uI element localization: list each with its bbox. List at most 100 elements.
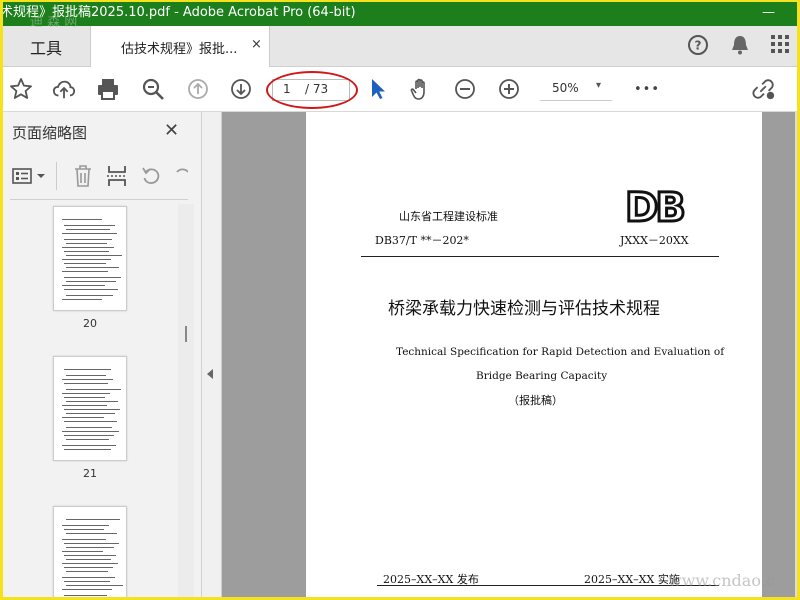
thumbnail-text-line — [62, 271, 108, 272]
svg-text:DB: DB — [625, 188, 683, 224]
thumbnail-page-number: 20 — [83, 317, 97, 330]
thumbnail-text-line — [66, 559, 111, 560]
panel-divider — [10, 199, 188, 200]
title-bar: 术规程》报批稿2025.10.pdf - Adobe Acrobat Pro (… — [0, 0, 800, 26]
next-page-icon[interactable] — [229, 77, 253, 101]
thumbnail-text-line — [62, 285, 105, 286]
collapse-panel-button[interactable] — [202, 112, 222, 600]
page-thumbnail[interactable] — [53, 206, 127, 311]
thumbnail-text-line — [62, 563, 118, 564]
thumbnail-text-line — [62, 417, 104, 418]
header-rule — [361, 256, 719, 257]
thumbnail-text-line — [62, 445, 116, 446]
more-tools-button[interactable]: ••• — [634, 77, 661, 101]
thumbnail-text-line — [66, 413, 115, 414]
thumbnail-text-line — [66, 267, 119, 268]
thumbnail-text-line — [64, 529, 104, 530]
thumbnail-text-line — [66, 533, 117, 534]
thumbnail-list: 20 21 — [0, 204, 178, 600]
rotate-left-icon[interactable] — [140, 164, 162, 188]
thumbnail-toolbar — [0, 152, 201, 198]
thumbnail-text-line — [64, 369, 111, 370]
zoom-out-icon[interactable] — [453, 77, 477, 101]
select-cursor-icon[interactable] — [366, 77, 390, 101]
standard-org: 山东省工程建设标准 — [399, 210, 498, 223]
thumbnail-text-line — [62, 299, 102, 300]
frame-border-top — [0, 0, 800, 2]
cloud-upload-icon[interactable] — [52, 77, 76, 101]
thumbnail-text-line — [64, 239, 112, 240]
zoom-level-dropdown[interactable]: 50% ▾ — [540, 78, 612, 101]
panel-close-button[interactable]: ✕ — [164, 120, 179, 141]
minimize-button[interactable]: — — [762, 0, 775, 26]
thumbnail-options-icon[interactable] — [12, 166, 46, 186]
thumbnail-text-line — [62, 577, 115, 578]
standard-code: DB37/T **－202* — [375, 234, 469, 247]
thumbnail-text-line — [66, 255, 122, 256]
svg-text:?: ? — [695, 39, 702, 53]
filing-code: JXXX－20XX — [620, 234, 689, 247]
thumbnail-text-line — [62, 259, 111, 260]
main-toolbar: 1 / 73 50% ▾ ••• — [0, 67, 800, 112]
tab-bar: 工具 估技术规程》报批... × ? — [0, 26, 800, 67]
thumbnail-text-line — [64, 543, 119, 544]
hand-tool-icon[interactable] — [409, 77, 433, 101]
thumbnail-text-line — [64, 435, 114, 436]
share-link-icon[interactable] — [752, 77, 776, 101]
delete-page-icon[interactable] — [72, 164, 94, 188]
thumbnail-text-line — [66, 401, 118, 402]
thumbnail-text-line — [66, 281, 116, 282]
help-icon[interactable]: ? — [686, 34, 710, 58]
thumbnail-text-line — [64, 289, 118, 290]
thumbnail-text-line — [64, 263, 106, 264]
zoom-search-icon[interactable] — [141, 77, 165, 101]
zoom-in-icon[interactable] — [497, 77, 521, 101]
thumbnail-text-line — [66, 571, 108, 572]
print-icon[interactable] — [96, 77, 120, 101]
toolbar-divider — [56, 162, 57, 190]
bell-icon[interactable] — [728, 34, 752, 58]
thumbnail-text-line — [62, 247, 114, 248]
thumbnail-text-line — [66, 439, 109, 440]
scrollbar-thumb[interactable] — [185, 326, 187, 342]
page-thumbnail[interactable] — [53, 506, 127, 600]
frame-border-left — [0, 0, 3, 600]
bookmark-star-icon[interactable] — [9, 77, 33, 101]
thumbnail-text-line — [66, 243, 107, 244]
thumbnail-text-line — [66, 229, 110, 230]
more-label: ••• — [634, 81, 661, 97]
watermark-top-left: 迪 森 网 — [30, 15, 78, 30]
rotate-right-icon[interactable] — [172, 164, 188, 188]
tab-document[interactable]: 估技术规程》报批... × — [90, 26, 270, 67]
tab-document-label: 估技术规程》报批... — [121, 42, 238, 57]
document-stage: （报批稿） — [508, 394, 563, 407]
thumbnail-text-line — [62, 589, 112, 590]
thumbnail-text-line — [64, 409, 120, 410]
thumbnail-text-line — [64, 567, 113, 568]
db-logo: DB — [624, 188, 688, 224]
document-title-en-line1: Technical Specification for Rapid Detect… — [396, 346, 725, 358]
thumbnail-text-line — [66, 547, 114, 548]
thumbnail-text-line — [62, 431, 119, 432]
thumbnail-text-line — [62, 405, 107, 406]
page-thumbnails-panel: 页面缩略图 ✕ 20 21 — [0, 112, 202, 600]
thumbnail-text-line — [62, 525, 109, 526]
thumbnail-text-line — [66, 375, 106, 376]
tab-tools[interactable]: 工具 — [30, 35, 62, 59]
tab-close-button[interactable]: × — [251, 37, 262, 52]
page-thumbnail[interactable] — [53, 356, 127, 461]
apps-grid-icon[interactable] — [768, 34, 792, 58]
thumbnail-text-line — [62, 539, 106, 540]
thumbnail-text-line — [64, 595, 107, 596]
insert-page-icon[interactable] — [106, 164, 128, 188]
thumbnail-text-line — [64, 421, 117, 422]
thumbnail-text-line — [64, 383, 108, 384]
thumbnail-text-line — [64, 251, 109, 252]
thumbnail-text-line — [66, 427, 112, 428]
previous-page-icon[interactable] — [186, 77, 210, 101]
document-title-cn: 桥梁承载力快速检测与评估技术规程 — [388, 299, 660, 319]
thumbnail-text-line — [66, 519, 120, 520]
thumbnail-scrollbar[interactable] — [178, 204, 194, 600]
zoom-level-value: 50% — [552, 81, 579, 95]
thumbnail-text-line — [66, 585, 123, 586]
